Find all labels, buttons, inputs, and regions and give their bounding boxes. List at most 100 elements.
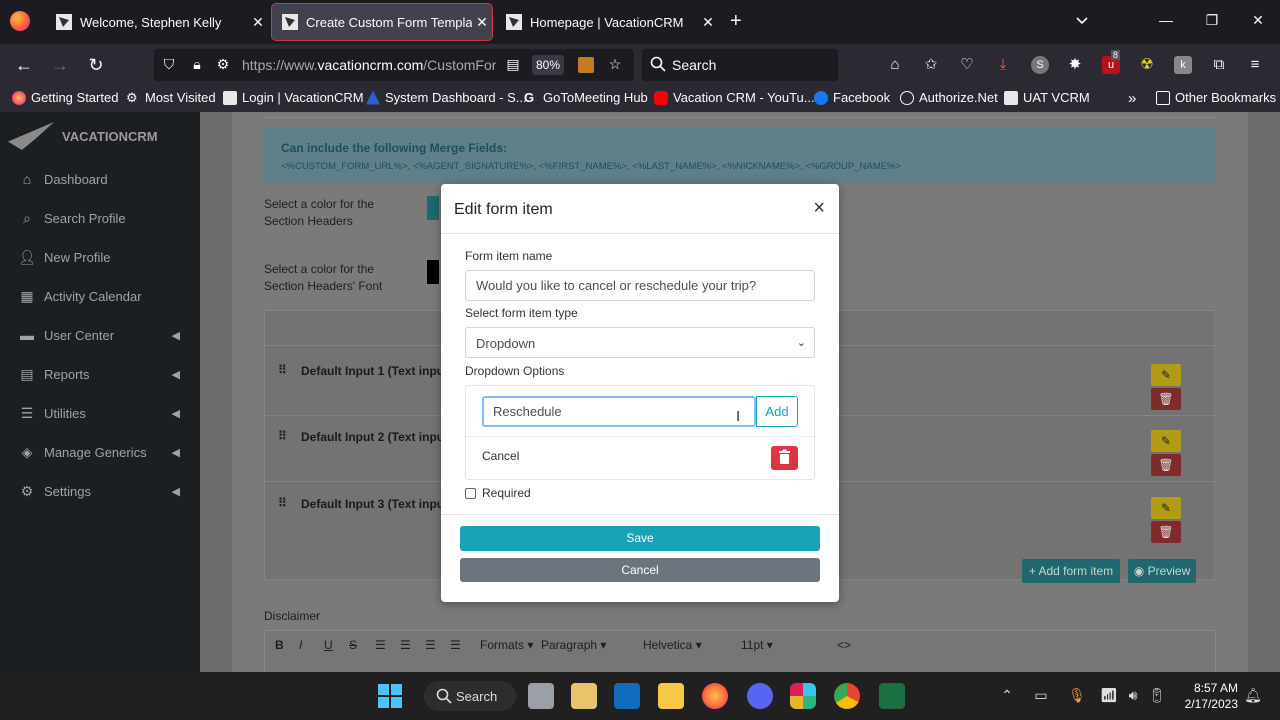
paragraph-dropdown[interactable]: Paragraph ▾ bbox=[541, 638, 606, 652]
bookmark-getting-started[interactable]: Getting Started bbox=[12, 90, 118, 105]
address-bar[interactable]: ⛉ 🔒︎ ⚙︎ https://www.vacationcrm.com/Cust… bbox=[154, 49, 634, 81]
task-view-icon[interactable] bbox=[528, 683, 554, 709]
back-arrow-icon[interactable]: ← bbox=[12, 54, 36, 76]
form-item-type-select[interactable]: Dropdown ⌄ bbox=[465, 327, 815, 358]
close-icon[interactable]: ✕ bbox=[472, 14, 492, 31]
bookmark-system-dashboard[interactable]: System Dashboard - S... bbox=[366, 90, 527, 105]
sidebar-item-user-center[interactable]: ▬ User Center ◀ bbox=[0, 320, 200, 350]
minimize-icon[interactable]: — bbox=[1156, 12, 1176, 28]
align-center-icon[interactable]: ☰ bbox=[400, 638, 411, 652]
sidebar-item-activity-calendar[interactable]: ▦ Activity Calendar bbox=[0, 281, 200, 311]
excel-icon[interactable] bbox=[879, 683, 905, 709]
wifi-icon[interactable]: 📶︎ bbox=[1100, 686, 1118, 704]
bookmark-star-icon[interactable]: ☆ bbox=[606, 56, 624, 74]
more-bookmarks-chevron-icon[interactable]: » bbox=[1128, 90, 1136, 107]
font-color-swatch[interactable] bbox=[427, 260, 439, 284]
align-right-icon[interactable]: ☰ bbox=[425, 638, 436, 652]
close-icon[interactable]: ✕ bbox=[248, 14, 268, 31]
sidebar-item-dashboard[interactable]: ⌂ Dashboard bbox=[0, 164, 200, 194]
bookmark-authorize-net[interactable]: Authorize.Net bbox=[900, 90, 998, 105]
strikethrough-icon[interactable]: S bbox=[349, 638, 357, 652]
lock-icon[interactable]: 🔒︎ bbox=[188, 56, 206, 74]
menu-icon[interactable]: ≡ bbox=[1246, 56, 1264, 74]
header-color-swatch[interactable] bbox=[427, 196, 439, 220]
url-text[interactable]: https://www.vacationcrm.com/CustomFor bbox=[242, 57, 496, 73]
add-option-button[interactable]: Add bbox=[756, 396, 798, 427]
windows-start-icon[interactable] bbox=[377, 683, 403, 709]
brand-logo[interactable]: VACATIONCRM bbox=[8, 118, 158, 154]
skype-icon[interactable]: S bbox=[1031, 56, 1049, 74]
align-left-icon[interactable]: ☰ bbox=[375, 638, 386, 652]
extension-puzzle-icon[interactable]: ✸ bbox=[1066, 56, 1084, 74]
tab-welcome[interactable]: Welcome, Stephen Kelly ✕ bbox=[46, 4, 268, 40]
add-form-item-button[interactable]: + Add form item bbox=[1022, 559, 1120, 583]
tab-create-custom-form[interactable]: Create Custom Form Template ✕ bbox=[271, 3, 493, 41]
chrome-icon[interactable] bbox=[834, 683, 860, 709]
bold-icon[interactable]: B bbox=[275, 638, 284, 652]
bookmark-other[interactable]: Other Bookmarks bbox=[1156, 90, 1276, 105]
formats-dropdown[interactable]: Formats ▾ bbox=[480, 638, 533, 652]
edit-icon[interactable]: ✎ bbox=[1151, 430, 1181, 452]
download-icon[interactable]: ⤓ bbox=[994, 56, 1012, 74]
font-size-dropdown[interactable]: 11pt ▾ bbox=[741, 638, 773, 652]
discord-icon[interactable] bbox=[747, 683, 773, 709]
save-button[interactable]: Save bbox=[460, 526, 820, 551]
outlook-icon[interactable] bbox=[614, 683, 640, 709]
italic-icon[interactable]: I bbox=[299, 638, 302, 652]
slack-icon[interactable] bbox=[790, 683, 816, 709]
drag-handle-icon[interactable]: ⠿ bbox=[278, 496, 287, 510]
trash-icon[interactable]: 🗑︎ bbox=[1151, 521, 1181, 543]
snipping-tool-icon[interactable] bbox=[571, 683, 597, 709]
trash-icon[interactable]: 🗑︎ bbox=[1151, 454, 1181, 476]
radiation-icon[interactable]: ☢ bbox=[1138, 56, 1156, 74]
underline-icon[interactable]: U bbox=[324, 638, 333, 652]
window-close-icon[interactable]: ✕ bbox=[1248, 12, 1268, 29]
option-input[interactable] bbox=[482, 396, 756, 427]
source-code-icon[interactable]: <> bbox=[837, 638, 851, 652]
sidebar-item-reports[interactable]: ▤ Reports ◀ bbox=[0, 359, 200, 389]
sidebar-item-manage-generics[interactable]: ◈ Manage Generics ◀ bbox=[0, 437, 200, 467]
permissions-icon[interactable]: ⚙︎ bbox=[214, 56, 232, 74]
home-icon[interactable]: ⌂ bbox=[886, 56, 904, 74]
sidebar-item-settings[interactable]: ⚙ Settings ◀ bbox=[0, 476, 200, 506]
battery-icon[interactable]: 🔋︎ bbox=[1148, 686, 1166, 704]
bookmark-login-vacationcrm[interactable]: Login | VacationCRM bbox=[223, 90, 364, 105]
extensions-icon[interactable]: ⧉ bbox=[1210, 56, 1228, 74]
font-dropdown[interactable]: Helvetica ▾ bbox=[643, 638, 702, 652]
sidebar-item-search-profile[interactable]: ⌕ Search Profile bbox=[0, 203, 200, 233]
sidebar-item-new-profile[interactable]: 👤︎ New Profile bbox=[0, 242, 200, 272]
form-item-name-input[interactable] bbox=[465, 270, 815, 301]
trash-icon[interactable]: 🗑︎ bbox=[1151, 388, 1181, 410]
drag-handle-icon[interactable]: ⠿ bbox=[278, 363, 287, 377]
drag-handle-icon[interactable]: ⠿ bbox=[278, 429, 287, 443]
checkbox-icon[interactable] bbox=[465, 487, 476, 499]
forward-arrow-icon[interactable]: → bbox=[48, 54, 72, 76]
bookmark-facebook[interactable]: Facebook bbox=[814, 90, 890, 105]
restore-icon[interactable]: ❐ bbox=[1202, 12, 1222, 29]
disclaimer-editor[interactable]: B I U S ☰ ☰ ☰ ☰ Formats ▾ Paragraph ▾ He… bbox=[264, 630, 1216, 672]
firefox-icon[interactable] bbox=[702, 683, 728, 709]
delete-option-button[interactable] bbox=[771, 446, 798, 470]
volume-icon[interactable]: 🔊︎ bbox=[1124, 686, 1142, 704]
pocket-icon[interactable]: ♡ bbox=[958, 56, 976, 74]
sidebar-item-utilities[interactable]: ☰ Utilities ◀ bbox=[0, 398, 200, 428]
tab-homepage[interactable]: Homepage | VacationCRM ✕ bbox=[496, 4, 718, 40]
shield-icon[interactable]: ⛉ bbox=[160, 56, 178, 74]
edit-icon[interactable]: ✎ bbox=[1151, 497, 1181, 519]
system-clock[interactable]: 8:57 AM 2/17/2023 bbox=[1180, 680, 1238, 712]
bookmark-uat-vcrm[interactable]: UAT VCRM bbox=[1004, 90, 1090, 105]
reader-view-icon[interactable]: ▤ bbox=[504, 56, 522, 74]
bookmark-gotomeeting[interactable]: G GoToMeeting Hub bbox=[524, 90, 648, 105]
zoom-level[interactable]: 80% bbox=[532, 55, 564, 75]
bookmark-most-visited[interactable]: ⚙ Most Visited bbox=[126, 90, 216, 105]
microphone-icon[interactable]: 🎙︎ bbox=[1068, 686, 1086, 704]
extension-k-icon[interactable]: k bbox=[1174, 56, 1192, 74]
extension-icon[interactable] bbox=[578, 57, 594, 73]
new-tab-button[interactable]: + bbox=[730, 10, 742, 32]
close-icon[interactable]: × bbox=[813, 198, 825, 218]
reload-icon[interactable]: ↻ bbox=[84, 54, 108, 76]
bookmarks-star-icon[interactable]: ✩ bbox=[922, 56, 940, 74]
required-checkbox[interactable]: Required bbox=[465, 486, 531, 500]
notification-icon[interactable]: 🔔︎ bbox=[1244, 686, 1262, 704]
align-justify-icon[interactable]: ☰ bbox=[450, 638, 461, 652]
